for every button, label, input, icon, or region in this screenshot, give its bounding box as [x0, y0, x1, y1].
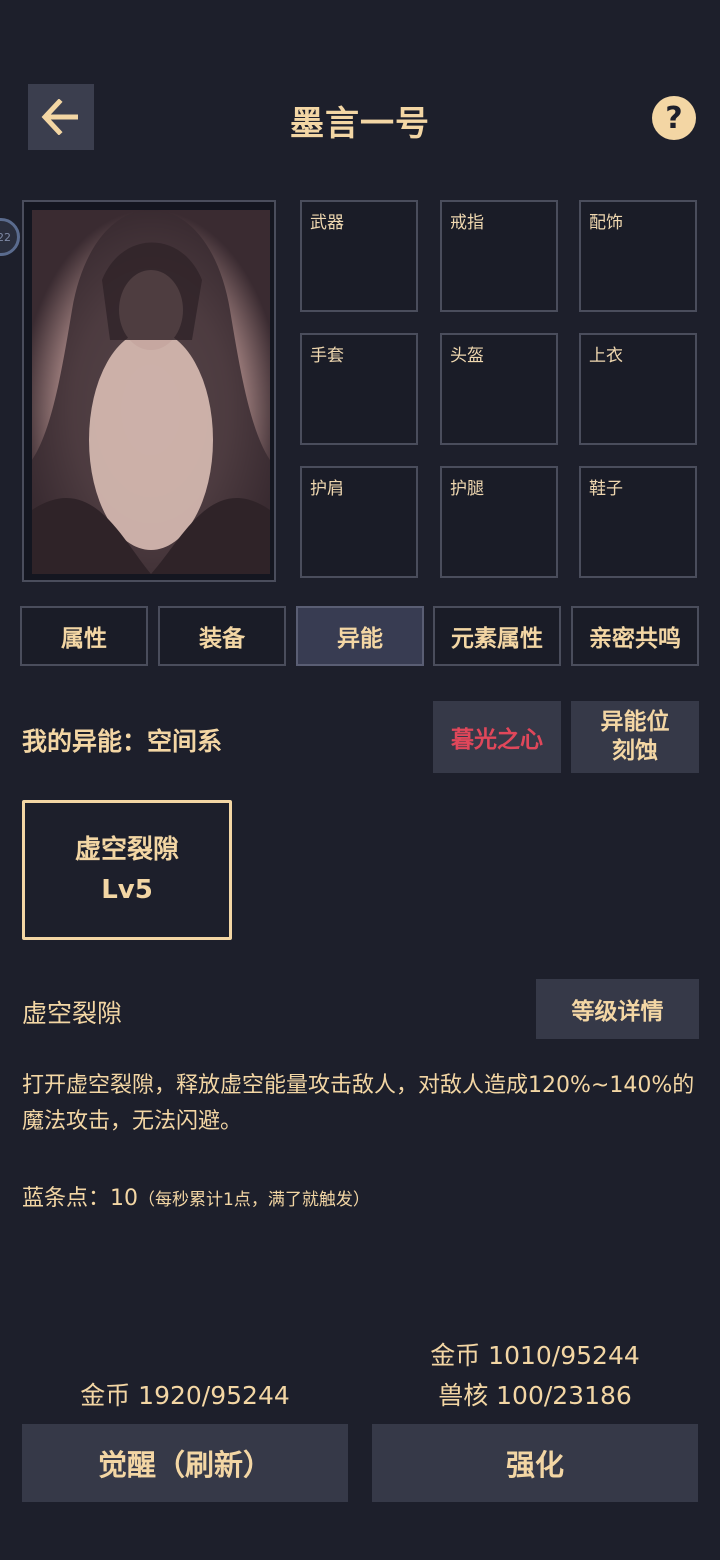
slot-gloves-label: 手套	[310, 346, 344, 366]
slot-weapon[interactable]: 武器	[300, 200, 418, 312]
engrave-line2: 刻蚀	[612, 738, 658, 764]
slot-legs[interactable]: 护腿	[440, 466, 558, 578]
awaken-button[interactable]: 觉醒（刷新）	[22, 1424, 348, 1502]
ability-engrave-button[interactable]: 异能位 刻蚀	[571, 701, 699, 773]
my-ability-label: 我的异能：空间系	[22, 727, 223, 756]
awaken-gold-cost: 金币 1920/95244	[80, 1381, 290, 1410]
slot-weapon-label: 武器	[310, 213, 344, 233]
enhance-core-cost: 兽核 100/23186	[438, 1381, 632, 1410]
slot-shoulder-label: 护肩	[310, 479, 344, 499]
mana-note: （每秒累计1点，满了就触发）	[138, 1190, 370, 1210]
skill-name: 虚空裂隙	[22, 999, 123, 1028]
slot-accessory[interactable]: 配饰	[579, 200, 697, 312]
dusk-heart-button[interactable]: 暮光之心	[433, 701, 561, 773]
slot-ring-label: 戒指	[450, 213, 484, 233]
help-button[interactable]: ?	[652, 96, 696, 140]
side-badge[interactable]: 22	[0, 218, 20, 256]
enhance-gold-cost: 金币 1010/95244	[430, 1341, 640, 1370]
slot-top[interactable]: 上衣	[579, 333, 697, 445]
tab-element-attributes[interactable]: 元素属性	[433, 606, 561, 666]
slot-shoulder[interactable]: 护肩	[300, 466, 418, 578]
skill-card-level: Lv5	[101, 875, 153, 905]
slot-shoes-label: 鞋子	[589, 479, 623, 499]
slot-accessory-label: 配饰	[589, 213, 623, 233]
slot-helmet[interactable]: 头盔	[440, 333, 558, 445]
slot-shoes[interactable]: 鞋子	[579, 466, 697, 578]
skill-card[interactable]: 虚空裂隙 Lv5	[22, 800, 232, 940]
tab-attributes[interactable]: 属性	[20, 606, 148, 666]
page-title: 墨言一号	[290, 104, 430, 144]
tab-abilities[interactable]: 异能	[296, 606, 424, 666]
slot-gloves[interactable]: 手套	[300, 333, 418, 445]
level-detail-button[interactable]: 等级详情	[536, 979, 699, 1039]
slot-ring[interactable]: 戒指	[440, 200, 558, 312]
character-portrait-image	[32, 210, 270, 574]
slot-helmet-label: 头盔	[450, 346, 484, 366]
skill-description: 打开虚空裂隙，释放虚空能量攻击敌人，对敌人造成120%~140%的魔法攻击，无法…	[22, 1073, 695, 1134]
mana-label: 蓝条点：10	[22, 1186, 138, 1211]
slot-legs-label: 护腿	[450, 479, 484, 499]
tab-equipment[interactable]: 装备	[158, 606, 286, 666]
character-portrait	[22, 200, 276, 582]
slot-top-label: 上衣	[589, 346, 623, 366]
enhance-button[interactable]: 强化	[372, 1424, 698, 1502]
skill-card-name: 虚空裂隙	[74, 835, 179, 865]
tab-intimacy-resonance[interactable]: 亲密共鸣	[571, 606, 699, 666]
mana-info: 蓝条点：10（每秒累计1点，满了就触发）	[22, 1180, 370, 1212]
engrave-line1: 异能位	[600, 709, 670, 735]
